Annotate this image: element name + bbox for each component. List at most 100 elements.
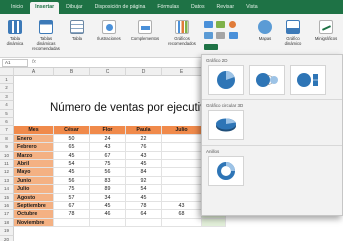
column-header-b[interactable]: B [54, 68, 90, 76]
value-cell[interactable]: 45 [54, 151, 90, 160]
total-cell[interactable] [202, 218, 226, 228]
value-cell[interactable]: 76 [126, 143, 162, 152]
row-header[interactable]: 10 [0, 151, 14, 160]
value-cell[interactable]: 84 [126, 168, 162, 177]
tab-insertar[interactable]: Insertar [30, 2, 60, 14]
addins-button[interactable]: Complementos [128, 20, 162, 41]
area-chart-icon[interactable] [216, 32, 225, 39]
value-cell[interactable]: 67 [90, 151, 126, 160]
row-header[interactable]: 15 [0, 193, 14, 202]
table-header-cell[interactable]: Julio [162, 126, 202, 135]
value-cell[interactable]: 50 [54, 134, 90, 144]
row-header[interactable]: 6 [0, 118, 14, 127]
value-cell[interactable] [162, 218, 202, 228]
tab-inicio[interactable]: Inicio [6, 2, 28, 14]
value-cell[interactable]: 83 [90, 176, 126, 186]
value-cell[interactable] [162, 143, 202, 152]
scatter-chart-icon[interactable] [229, 32, 238, 39]
value-cell[interactable]: 24 [90, 134, 126, 144]
value-cell[interactable]: 54 [54, 160, 90, 169]
value-cell[interactable] [162, 193, 202, 202]
month-cell[interactable]: Abril [14, 160, 54, 169]
tab-dibujar[interactable]: Dibujar [61, 2, 87, 14]
value-cell[interactable]: 78 [126, 202, 162, 211]
table-header-cell[interactable]: César [54, 126, 90, 135]
month-cell[interactable]: Agosto [14, 193, 54, 202]
row-header[interactable]: 19 [0, 227, 14, 236]
row-header[interactable]: 7 [0, 126, 14, 135]
row-header[interactable]: 3 [0, 92, 14, 102]
value-cell[interactable]: 43 [126, 151, 162, 160]
recommended-charts-button[interactable]: Gráficos recomendados [166, 20, 198, 46]
row-header[interactable]: 14 [0, 185, 14, 194]
row-header[interactable]: 1 [0, 76, 14, 85]
value-cell[interactable] [126, 218, 162, 228]
tab-revisar[interactable]: Revisar [212, 2, 240, 14]
value-cell[interactable] [162, 176, 202, 186]
value-cell[interactable]: 65 [54, 143, 90, 152]
month-cell[interactable]: Mayo [14, 168, 54, 177]
tab-vista[interactable]: Vista [241, 2, 262, 14]
value-cell[interactable] [54, 218, 90, 228]
line-chart-icon[interactable] [216, 21, 225, 28]
row-header[interactable]: 20 [0, 235, 14, 241]
value-cell[interactable] [162, 160, 202, 169]
month-cell[interactable]: Marzo [14, 151, 54, 160]
row-header[interactable]: 17 [0, 210, 14, 219]
value-cell[interactable]: 45 [54, 168, 90, 177]
month-cell[interactable]: Enero [14, 134, 54, 144]
value-cell[interactable]: 43 [90, 143, 126, 152]
fx-icon[interactable]: fx [32, 59, 36, 65]
value-cell[interactable]: 89 [90, 185, 126, 194]
row-header[interactable]: 2 [0, 84, 14, 93]
value-cell[interactable]: 67 [54, 202, 90, 211]
value-cell[interactable] [162, 134, 202, 144]
sparklines-button[interactable]: Minigráficos [310, 20, 342, 41]
value-cell[interactable]: 22 [126, 134, 162, 144]
month-cell[interactable]: Febrero [14, 143, 54, 152]
value-cell[interactable]: 78 [54, 210, 90, 219]
bar-of-pie-option[interactable] [290, 65, 326, 95]
row-header[interactable]: 5 [0, 109, 14, 118]
select-all-corner[interactable] [0, 68, 14, 76]
month-cell[interactable]: Noviembre [14, 218, 54, 228]
month-cell[interactable]: Junio [14, 176, 54, 186]
name-box[interactable]: A1 [2, 59, 28, 67]
value-cell[interactable]: 34 [90, 193, 126, 202]
tab-datos[interactable]: Datos [186, 2, 210, 14]
row-header[interactable]: 11 [0, 160, 14, 169]
month-cell[interactable]: Julio [14, 185, 54, 194]
value-cell[interactable]: 75 [90, 160, 126, 169]
pie-3d-option[interactable] [208, 110, 244, 140]
pie-2d-option[interactable] [208, 65, 244, 95]
value-cell[interactable]: 54 [126, 185, 162, 194]
row-header[interactable]: 18 [0, 218, 14, 228]
pivot-table-button[interactable]: Tabla dinámica [2, 20, 28, 46]
table-header-cell[interactable]: Mes [14, 126, 54, 135]
doughnut-option[interactable] [208, 156, 244, 186]
value-cell[interactable] [162, 185, 202, 194]
bar-chart-icon[interactable] [204, 32, 213, 39]
column-header-c[interactable]: C [90, 68, 126, 76]
value-cell[interactable] [90, 218, 126, 228]
illustrations-button[interactable]: Ilustraciones [92, 20, 126, 41]
row-header[interactable]: 13 [0, 176, 14, 186]
value-cell[interactable]: 56 [54, 176, 90, 186]
value-cell[interactable]: 57 [54, 193, 90, 202]
value-cell[interactable]: 68 [162, 210, 202, 219]
row-header[interactable]: 12 [0, 168, 14, 177]
table-button[interactable]: Tabla [64, 20, 90, 41]
recommended-pivot-button[interactable]: Tablas dinámicas recomendadas [30, 20, 62, 51]
pie-dropdown-selected-icon[interactable] [204, 44, 218, 50]
maps-button[interactable]: Mapas [252, 20, 278, 41]
value-cell[interactable]: 45 [126, 193, 162, 202]
column-chart-icon[interactable] [204, 21, 213, 28]
column-header-a[interactable]: A [14, 68, 54, 76]
month-cell[interactable]: Septiembre [14, 202, 54, 211]
value-cell[interactable]: 45 [126, 160, 162, 169]
row-header[interactable]: 4 [0, 101, 14, 110]
row-header[interactable]: 16 [0, 202, 14, 211]
value-cell[interactable] [162, 151, 202, 160]
pivot-chart-button[interactable]: Gráfico dinámico [278, 20, 308, 46]
tab-formulas[interactable]: Fórmulas [152, 2, 184, 14]
